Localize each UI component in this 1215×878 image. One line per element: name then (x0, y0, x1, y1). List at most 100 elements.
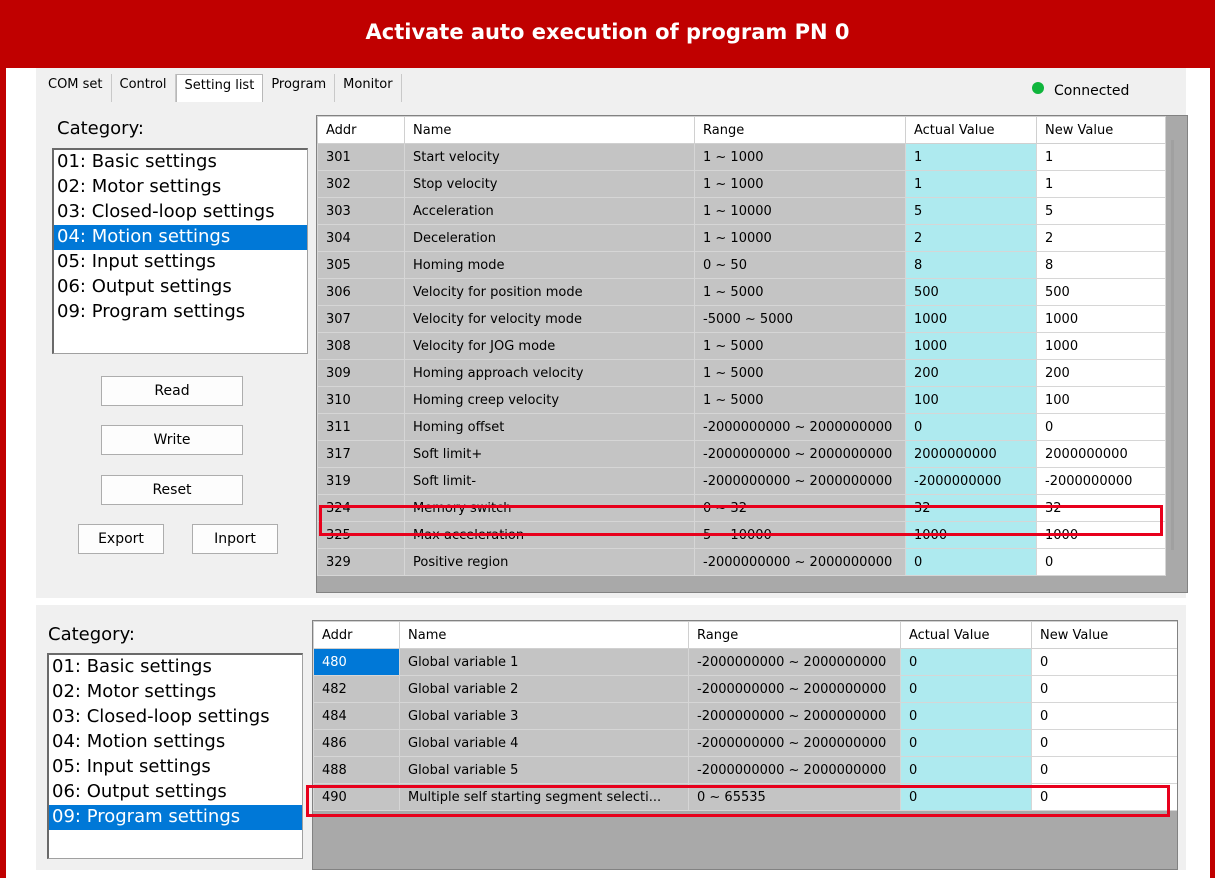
column-header-range[interactable]: Range (694, 116, 906, 144)
new-value-cell[interactable]: 2000000000 (1036, 440, 1166, 468)
addr-cell: 301 (317, 143, 405, 171)
table-row[interactable]: 308 Velocity for JOG mode 1 ~ 5000 1000 1000 (317, 332, 1166, 360)
addr-cell: 329 (317, 548, 405, 576)
read-button[interactable]: Read (101, 376, 243, 406)
new-value-cell[interactable]: 0 (1036, 413, 1166, 441)
table-row[interactable]: 329 Positive region -2000000000 ~ 20000000… (317, 548, 1166, 576)
table-row[interactable]: 488 Global variable 5 -2000000000 ~ 200000… (313, 756, 1177, 784)
column-header-addr[interactable]: Addr (317, 116, 405, 144)
addr-cell: 309 (317, 359, 405, 387)
range-cell: -2000000000 ~ 2000000000 (688, 675, 901, 703)
category-item-09-program-settings[interactable]: 09: Program settings (54, 300, 307, 325)
category-item-09-program-settings[interactable]: 09: Program settings (49, 805, 302, 830)
table-row[interactable]: 302 Stop velocity 1 ~ 1000 1 1 (317, 170, 1166, 198)
new-value-cell[interactable]: 2 (1036, 224, 1166, 252)
column-header-name[interactable]: Name (404, 116, 695, 144)
new-value-cell[interactable]: 100 (1036, 386, 1166, 414)
new-value-cell[interactable]: 0 (1031, 729, 1177, 757)
tab-com-set[interactable]: COM set (40, 74, 112, 102)
actual-value-cell: 500 (905, 278, 1037, 306)
new-value-cell[interactable]: 0 (1031, 648, 1177, 676)
range-cell: -2000000000 ~ 2000000000 (694, 440, 906, 468)
tab-control[interactable]: Control (112, 74, 176, 102)
table-row[interactable]: 303 Acceleration 1 ~ 10000 5 5 (317, 197, 1166, 225)
table-row[interactable]: 486 Global variable 4 -2000000000 ~ 200000… (313, 729, 1177, 757)
range-cell: 1 ~ 1000 (694, 143, 906, 171)
program-settings-table: Addr Name Range Actual Value New Value 4… (312, 620, 1178, 870)
table-row[interactable]: 317 Soft limit+ -2000000000 ~ 2000000000 20… (317, 440, 1166, 468)
addr-cell: 304 (317, 224, 405, 252)
category-list-bottom[interactable]: 01: Basic settings 02: Motor settings 03: … (47, 653, 303, 859)
column-header-new-value[interactable]: New Value (1036, 116, 1166, 144)
category-list[interactable]: 01: Basic settings 02: Motor settings 03: … (52, 148, 308, 354)
table-row[interactable]: 306 Velocity for position mode 1 ~ 5000 500… (317, 278, 1166, 306)
category-item-03-closed-loop-settings[interactable]: 03: Closed-loop settings (49, 705, 302, 730)
new-value-cell[interactable]: 200 (1036, 359, 1166, 387)
addr-cell: 486 (313, 729, 400, 757)
column-header-range[interactable]: Range (688, 621, 901, 649)
new-value-cell[interactable]: -2000000000 (1036, 467, 1166, 495)
name-cell: Soft limit+ (404, 440, 695, 468)
table-row[interactable]: 301 Start velocity 1 ~ 1000 1 1 (317, 143, 1166, 171)
table-row[interactable]: 480 Global variable 1 -2000000000 ~ 200000… (313, 648, 1177, 676)
category-item-04-motion-settings[interactable]: 04: Motion settings (54, 225, 307, 250)
new-value-cell[interactable]: 0 (1031, 702, 1177, 730)
range-cell: 1 ~ 10000 (694, 224, 906, 252)
write-button[interactable]: Write (101, 425, 243, 455)
new-value-cell[interactable]: 1 (1036, 143, 1166, 171)
category-item-04-motion-settings[interactable]: 04: Motion settings (49, 730, 302, 755)
actual-value-cell: 1000 (905, 332, 1037, 360)
category-item-02-motor-settings[interactable]: 02: Motor settings (49, 680, 302, 705)
column-header-actual-value[interactable]: Actual Value (905, 116, 1037, 144)
new-value-cell[interactable]: 0 (1031, 675, 1177, 703)
table-row[interactable]: 307 Velocity for velocity mode -5000 ~ 500… (317, 305, 1166, 333)
table-row[interactable]: 305 Homing mode 0 ~ 50 8 8 (317, 251, 1166, 279)
import-button[interactable]: Inport (192, 524, 278, 554)
vertical-scrollbar[interactable] (1171, 140, 1174, 550)
category-label-bottom: Category: (48, 624, 135, 645)
table-row[interactable]: 311 Homing offset -2000000000 ~ 2000000000… (317, 413, 1166, 441)
table-row[interactable]: 304 Deceleration 1 ~ 10000 2 2 (317, 224, 1166, 252)
tab-setting-list[interactable]: Setting list (175, 74, 264, 102)
new-value-cell[interactable]: 8 (1036, 251, 1166, 279)
name-cell: Velocity for velocity mode (404, 305, 695, 333)
reset-button[interactable]: Reset (101, 475, 243, 505)
new-value-cell[interactable]: 1000 (1036, 332, 1166, 360)
addr-cell: 484 (313, 702, 400, 730)
status-text: Connected (1054, 83, 1130, 99)
table-row[interactable]: 482 Global variable 2 -2000000000 ~ 200000… (313, 675, 1177, 703)
category-item-05-input-settings[interactable]: 05: Input settings (49, 755, 302, 780)
name-cell: Homing creep velocity (404, 386, 695, 414)
addr-cell: 488 (313, 756, 400, 784)
name-cell: Start velocity (404, 143, 695, 171)
table-row[interactable]: 319 Soft limit- -2000000000 ~ 2000000000 -2… (317, 467, 1166, 495)
new-value-cell[interactable]: 500 (1036, 278, 1166, 306)
category-item-05-input-settings[interactable]: 05: Input settings (54, 250, 307, 275)
export-button[interactable]: Export (78, 524, 164, 554)
table-row[interactable]: 310 Homing creep velocity 1 ~ 5000 100 100 (317, 386, 1166, 414)
range-cell: 1 ~ 1000 (694, 170, 906, 198)
category-item-03-closed-loop-settings[interactable]: 03: Closed-loop settings (54, 200, 307, 225)
column-header-actual-value[interactable]: Actual Value (900, 621, 1032, 649)
column-header-addr[interactable]: Addr (313, 621, 400, 649)
name-cell: Stop velocity (404, 170, 695, 198)
column-header-new-value[interactable]: New Value (1031, 621, 1177, 649)
category-item-01-basic-settings[interactable]: 01: Basic settings (49, 655, 302, 680)
table-row[interactable]: 309 Homing approach velocity 1 ~ 5000 200 20… (317, 359, 1166, 387)
title-banner: Activate auto execution of program PN 0 (0, 0, 1215, 68)
new-value-cell[interactable]: 5 (1036, 197, 1166, 225)
category-item-01-basic-settings[interactable]: 01: Basic settings (54, 150, 307, 175)
category-item-06-output-settings[interactable]: 06: Output settings (49, 780, 302, 805)
new-value-cell[interactable]: 0 (1031, 756, 1177, 784)
new-value-cell[interactable]: 1000 (1036, 305, 1166, 333)
category-item-02-motor-settings[interactable]: 02: Motor settings (54, 175, 307, 200)
new-value-cell[interactable]: 1 (1036, 170, 1166, 198)
new-value-cell[interactable]: 0 (1036, 548, 1166, 576)
tab-monitor[interactable]: Monitor (335, 74, 402, 102)
tab-program[interactable]: Program (263, 74, 336, 102)
addr-cell: 482 (313, 675, 400, 703)
table-row[interactable]: 484 Global variable 3 -2000000000 ~ 200000… (313, 702, 1177, 730)
category-item-06-output-settings[interactable]: 06: Output settings (54, 275, 307, 300)
name-cell: Soft limit- (404, 467, 695, 495)
column-header-name[interactable]: Name (399, 621, 689, 649)
